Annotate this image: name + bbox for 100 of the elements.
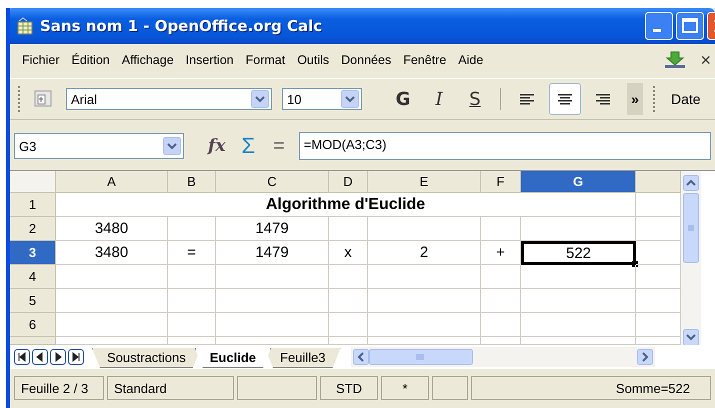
row-header[interactable]: 4: [10, 265, 56, 289]
name-box[interactable]: G3: [14, 133, 184, 159]
active-cell[interactable]: 522: [521, 241, 636, 265]
table-cell[interactable]: [521, 217, 636, 241]
row-header[interactable]: 5: [10, 289, 56, 313]
function-wizard-button[interactable]: fx: [204, 136, 230, 156]
first-sheet-button[interactable]: [14, 349, 30, 365]
underline-button[interactable]: S: [460, 86, 490, 112]
menu-item[interactable]: Fichier: [16, 53, 66, 67]
table-cell[interactable]: 3480: [56, 217, 168, 241]
table-cell[interactable]: [481, 313, 521, 337]
row-header[interactable]: 1: [10, 193, 56, 217]
table-cell[interactable]: [329, 289, 368, 313]
menu-item[interactable]: Insertion: [180, 53, 240, 67]
italic-button[interactable]: I: [424, 86, 454, 112]
menu-item[interactable]: Données: [335, 53, 398, 67]
align-icon: [594, 91, 612, 107]
table-cell[interactable]: [481, 217, 521, 241]
menu-item[interactable]: Affichage: [116, 53, 180, 67]
vertical-scrollbar[interactable]: [681, 171, 701, 345]
status-field: *: [381, 376, 429, 400]
scroll-thumb[interactable]: [683, 193, 699, 263]
table-cell[interactable]: [368, 313, 481, 337]
table-cell[interactable]: =: [168, 241, 216, 265]
table-cell[interactable]: [168, 265, 216, 289]
row-header[interactable]: 2: [10, 217, 56, 241]
table-cell[interactable]: [368, 217, 481, 241]
download-icon[interactable]: [664, 51, 686, 69]
table-cell[interactable]: 1479: [216, 241, 329, 265]
minimize-button[interactable]: [645, 12, 673, 40]
status-field: Standard: [107, 376, 234, 400]
row-header[interactable]: 3: [10, 241, 56, 265]
table-cell[interactable]: [168, 313, 216, 337]
column-header[interactable]: F: [481, 171, 521, 193]
table-cell[interactable]: [216, 265, 329, 289]
row-header[interactable]: 6: [10, 313, 56, 337]
bold-button[interactable]: G: [388, 86, 418, 112]
table-cell[interactable]: [168, 217, 216, 241]
menu-item[interactable]: Édition: [66, 53, 116, 67]
scroll-left-button[interactable]: [352, 349, 369, 365]
column-header[interactable]: B: [168, 171, 216, 193]
font-name-field[interactable]: Arial: [66, 88, 272, 110]
table-cell[interactable]: [329, 313, 368, 337]
column-header[interactable]: A: [56, 171, 168, 193]
formula-field[interactable]: =MOD(A3;C3): [298, 132, 711, 160]
table-cell[interactable]: 3480: [56, 241, 168, 265]
menu-item[interactable]: Fenêtre: [397, 53, 452, 67]
table-cell[interactable]: [216, 313, 329, 337]
navigator-icon[interactable]: [32, 89, 54, 109]
table-cell[interactable]: [368, 289, 481, 313]
date-button[interactable]: Date: [667, 91, 705, 107]
last-sheet-button[interactable]: [68, 349, 84, 365]
dropdown-icon[interactable]: [341, 90, 359, 108]
status-field: Somme=522: [471, 376, 711, 400]
font-size-field[interactable]: 10: [282, 88, 362, 110]
more-button[interactable]: »: [627, 83, 643, 115]
table-cell[interactable]: 1479: [216, 217, 329, 241]
table-cell[interactable]: [216, 289, 329, 313]
status-field: STD: [320, 376, 378, 400]
table-cell[interactable]: [481, 289, 521, 313]
menu-item[interactable]: Format: [240, 53, 292, 67]
scroll-thumb[interactable]: [368, 349, 473, 365]
title-cell[interactable]: Algorithme d'Euclide: [56, 193, 636, 217]
menu-item[interactable]: Outils: [291, 53, 336, 67]
scroll-right-button[interactable]: [636, 349, 653, 365]
table-cell[interactable]: 2: [368, 241, 481, 265]
table-cell[interactable]: [329, 265, 368, 289]
corner-cell[interactable]: [10, 171, 56, 193]
column-header[interactable]: G: [521, 171, 636, 193]
table-cell[interactable]: +: [481, 241, 521, 265]
next-sheet-button[interactable]: [50, 349, 66, 365]
table-cell[interactable]: x: [329, 241, 368, 265]
column-header[interactable]: E: [368, 171, 481, 193]
horizontal-scrollbar[interactable]: [350, 347, 655, 367]
table-cell[interactable]: [368, 265, 481, 289]
column-header[interactable]: C: [216, 171, 329, 193]
sheet-tab[interactable]: Euclide: [194, 348, 272, 368]
dropdown-icon[interactable]: [251, 90, 269, 108]
table-cell: 522: [566, 244, 592, 262]
status-field: [432, 376, 468, 400]
align-center-button[interactable]: [549, 83, 581, 115]
table-cell[interactable]: [521, 289, 636, 313]
table-cell[interactable]: [521, 313, 636, 337]
dropdown-icon[interactable]: [163, 137, 181, 155]
table-cell[interactable]: [56, 289, 168, 313]
table-cell[interactable]: [56, 313, 168, 337]
table-cell[interactable]: [168, 289, 216, 313]
column-header[interactable]: D: [329, 171, 368, 193]
table-cell[interactable]: [521, 265, 636, 289]
table-cell[interactable]: [481, 265, 521, 289]
scroll-up-button[interactable]: [683, 175, 699, 191]
maximize-button[interactable]: [676, 12, 704, 40]
menu-item[interactable]: Aide: [452, 53, 490, 67]
previous-sheet-button[interactable]: [32, 349, 48, 365]
formula-button[interactable]: =: [267, 134, 291, 158]
close-document-button[interactable]: ×: [700, 50, 711, 70]
status-field: Feuille 2 / 3: [14, 376, 104, 400]
scroll-down-button[interactable]: [683, 329, 699, 345]
table-cell[interactable]: [329, 217, 368, 241]
table-cell[interactable]: [56, 265, 168, 289]
